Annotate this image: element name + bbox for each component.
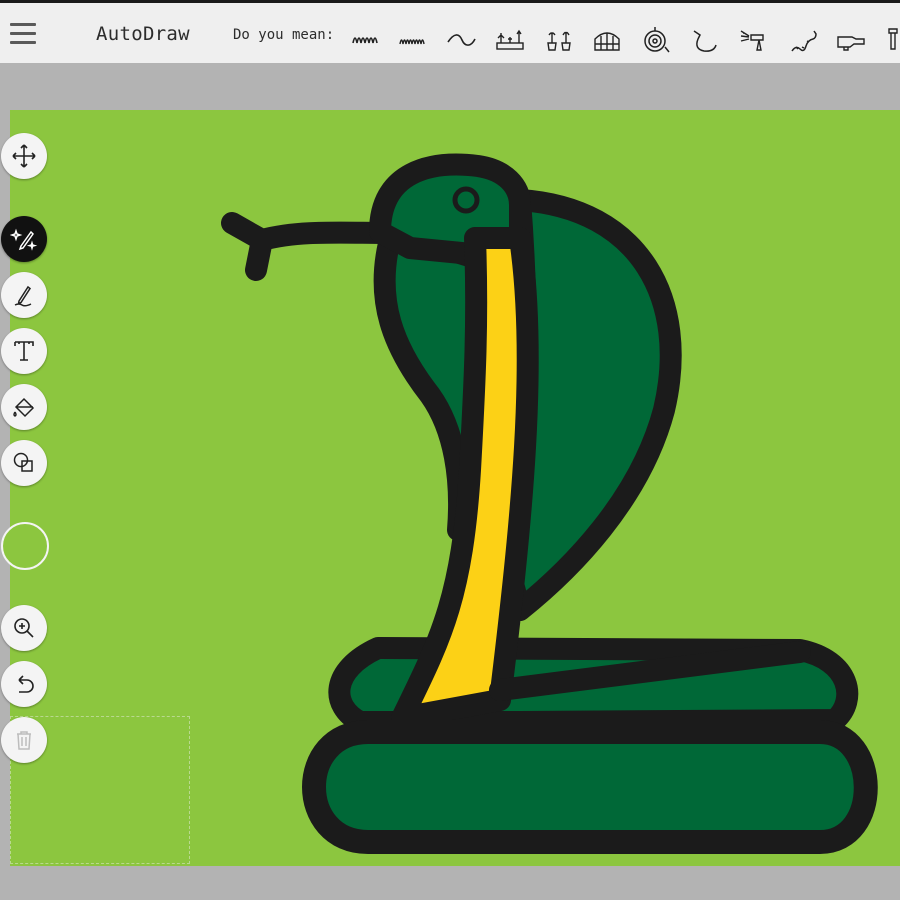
text-tool-button[interactable] xyxy=(1,328,47,374)
color-picker-button[interactable] xyxy=(1,522,49,570)
delete-button[interactable] xyxy=(1,717,47,763)
suggestion-hand-sprayer[interactable] xyxy=(834,23,868,57)
autodraw-tool-button[interactable] xyxy=(1,216,47,262)
undo-icon xyxy=(18,675,34,693)
move-icon xyxy=(12,144,36,168)
suggestion-snake[interactable] xyxy=(786,23,820,57)
suggestion-greenhouse[interactable] xyxy=(590,23,624,57)
undo-button[interactable] xyxy=(1,661,47,707)
fill-tool-button[interactable] xyxy=(1,384,47,430)
suggestion-squiggle-2[interactable] xyxy=(396,23,430,57)
zoom-tool-button[interactable] xyxy=(1,605,47,651)
suggestion-garden-hose-reel[interactable] xyxy=(639,23,673,57)
suggestion-prompt: Do you mean: xyxy=(233,27,335,43)
menu-icon[interactable] xyxy=(10,23,36,45)
text-icon xyxy=(14,341,34,361)
suggestion-wave[interactable] xyxy=(444,23,478,57)
draw-tool-button[interactable] xyxy=(1,272,47,318)
suggestion-spray-nozzle[interactable] xyxy=(737,23,771,57)
shape-tool-button[interactable] xyxy=(1,440,47,486)
shapes-icon xyxy=(13,452,33,472)
pencil-icon xyxy=(14,285,32,307)
move-tool-button[interactable] xyxy=(1,133,47,179)
zoom-in-icon xyxy=(14,618,34,638)
paint-bucket-icon xyxy=(13,397,35,418)
top-bar: AutoDraw Do you mean: xyxy=(0,0,900,63)
suggestion-garden-bed[interactable] xyxy=(493,23,527,57)
trash-icon xyxy=(17,731,31,750)
app-title: AutoDraw xyxy=(96,23,190,45)
suggestion-potted-plants[interactable] xyxy=(542,23,576,57)
autodraw-sparkle-icon xyxy=(10,228,38,251)
suggestion-squiggle-1[interactable] xyxy=(348,23,382,57)
suggestion-hose-nozzle[interactable] xyxy=(883,23,900,57)
suggestion-garden-hose[interactable] xyxy=(688,23,722,57)
